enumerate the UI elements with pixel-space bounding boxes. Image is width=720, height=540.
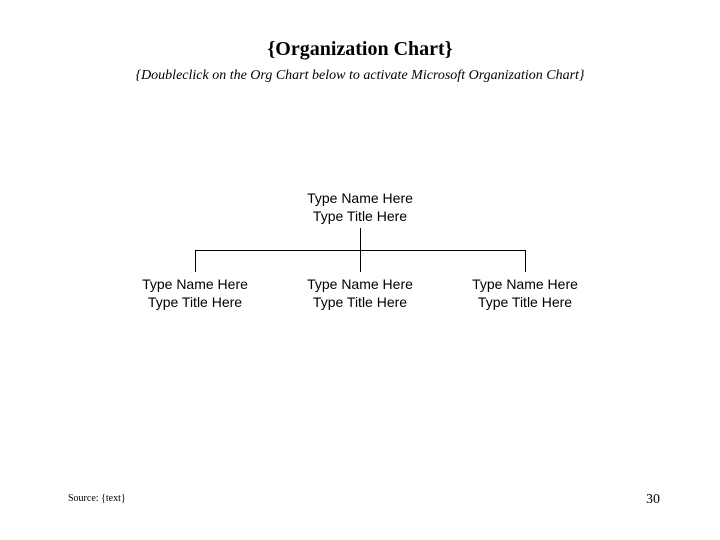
- org-node-root[interactable]: Type Name Here Type Title Here: [285, 190, 435, 225]
- connector-line: [525, 250, 526, 272]
- page-number: 30: [646, 492, 660, 508]
- org-chart[interactable]: Type Name Here Type Title Here Type Name…: [0, 190, 720, 350]
- slide: {Organization Chart} {Doubleclick on the…: [0, 0, 720, 540]
- org-node-child[interactable]: Type Name Here Type Title Here: [120, 276, 270, 311]
- org-node-name: Type Name Here: [285, 190, 435, 208]
- page-subtitle: {Doubleclick on the Org Chart below to a…: [0, 68, 720, 84]
- org-node-title: Type Title Here: [120, 294, 270, 312]
- org-node-title: Type Title Here: [285, 208, 435, 226]
- page-title: {Organization Chart}: [0, 38, 720, 61]
- org-node-title: Type Title Here: [450, 294, 600, 312]
- org-node-child[interactable]: Type Name Here Type Title Here: [285, 276, 435, 311]
- org-node-child[interactable]: Type Name Here Type Title Here: [450, 276, 600, 311]
- connector-line: [360, 228, 361, 250]
- connector-line: [360, 250, 361, 272]
- source-text: Source: {text}: [68, 493, 126, 504]
- org-node-name: Type Name Here: [285, 276, 435, 294]
- org-node-name: Type Name Here: [120, 276, 270, 294]
- org-node-title: Type Title Here: [285, 294, 435, 312]
- connector-line: [195, 250, 196, 272]
- org-node-name: Type Name Here: [450, 276, 600, 294]
